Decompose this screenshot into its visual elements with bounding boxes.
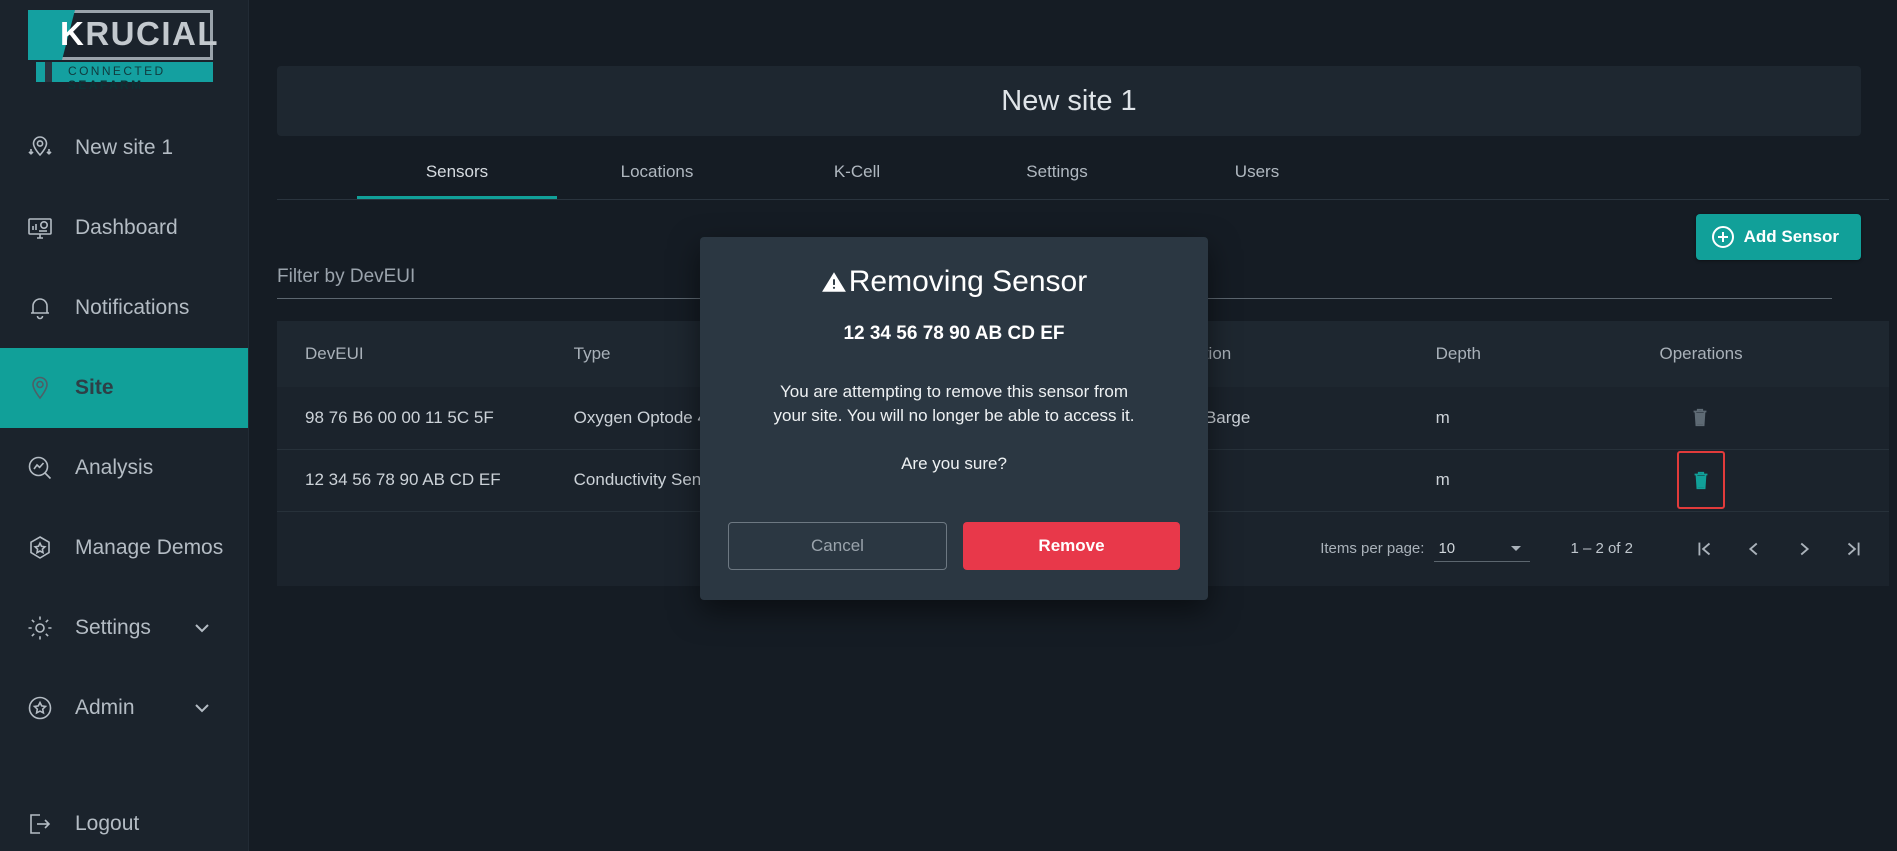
cell-depth: m (1435, 407, 1450, 427)
remove-sensor-dialog: Removing Sensor 12 34 56 78 90 AB CD EF … (700, 237, 1208, 600)
tab-k-cell[interactable]: K-Cell (757, 148, 957, 199)
location-pin-down-icon (22, 130, 58, 166)
cancel-button[interactable]: Cancel (728, 521, 947, 570)
tab-users[interactable]: Users (1157, 148, 1357, 199)
sidebar-item-label: Logout (75, 812, 140, 835)
sidebar-item-new-site-1[interactable]: New site 1 (0, 108, 248, 188)
dashboard-icon (22, 210, 58, 246)
gear-icon (22, 610, 58, 646)
column-header-depth[interactable]: Depth (1408, 321, 1632, 387)
dialog-actions: Cancel Remove (728, 521, 1180, 570)
page-title-card: New site 1 (277, 66, 1861, 136)
items-per-page-label: Items per page: (1320, 540, 1425, 557)
circle-star-icon (22, 690, 58, 726)
dialog-body-line-1: You are attempting to remove this sensor… (779, 382, 1129, 401)
plus-circle-icon (1711, 226, 1734, 248)
sidebar-item-label: Site (75, 376, 114, 399)
bell-icon (22, 290, 58, 326)
tab-bar: Sensors Locations K-Cell Settings Users (277, 148, 1889, 200)
page-title: New site 1 (1001, 84, 1137, 117)
add-sensor-label: Add Sensor (1743, 227, 1839, 246)
remove-button[interactable]: Remove (963, 521, 1180, 570)
logo-tagline-notch (45, 62, 52, 82)
sidebar-item-notifications[interactable]: Notifications (0, 268, 248, 348)
column-header-operations[interactable]: Operations (1631, 321, 1889, 387)
delete-sensor-button-selected[interactable] (1677, 451, 1726, 509)
cell-depth: m (1435, 470, 1450, 489)
logo-wordmark: KRUCIAL (60, 15, 219, 53)
delete-sensor-button[interactable] (1687, 402, 1713, 432)
sidebar-item-label: Dashboard (75, 216, 178, 239)
dialog-confirm-question: Are you sure? (901, 453, 1007, 473)
chevron-down-icon[interactable] (192, 698, 212, 718)
sidebar-item-label: Admin (75, 696, 135, 719)
cell-operations (1631, 387, 1889, 449)
warning-triangle-icon (821, 269, 847, 295)
cell-deveui: 12 34 56 78 90 AB CD EF (305, 470, 501, 489)
last-page-icon[interactable] (1829, 524, 1879, 574)
sidebar-item-label: Settings (75, 616, 151, 639)
tab-sensors[interactable]: Sensors (357, 148, 557, 199)
logout-icon (22, 806, 58, 842)
app-root: KRUCIAL CONNECTED SEAFARM New site 1 Das… (0, 0, 1897, 851)
logo-tagline-bold: SEAFARM (68, 78, 144, 92)
sidebar: KRUCIAL CONNECTED SEAFARM New site 1 Das… (0, 0, 249, 851)
sidebar-item-label: Manage Demos (75, 536, 224, 559)
cell-location-label: Barge (1204, 407, 1251, 427)
sidebar-item-analysis[interactable]: Analysis (0, 428, 248, 508)
sidebar-item-settings[interactable]: Settings (0, 588, 248, 668)
brand-logo: KRUCIAL CONNECTED SEAFARM (0, 0, 248, 92)
logo-letter-k: K (60, 15, 86, 52)
first-page-icon[interactable] (1679, 524, 1729, 574)
logo-accent-bar (28, 10, 75, 60)
sidebar-item-logout[interactable]: Logout (0, 784, 248, 851)
cell-deveui: 98 76 B6 00 00 11 5C 5F (305, 407, 494, 427)
logo-tagline: CONNECTED SEAFARM (68, 64, 213, 92)
cell-operations (1631, 449, 1889, 511)
page-range-label: 1 – 2 of 2 (1570, 540, 1633, 557)
sidebar-item-label: Analysis (75, 456, 154, 479)
hexagon-star-icon (22, 530, 58, 566)
items-per-page-select[interactable]: 10 (1434, 536, 1531, 562)
sidebar-item-dashboard[interactable]: Dashboard (0, 188, 248, 268)
next-page-icon[interactable] (1779, 524, 1829, 574)
add-sensor-button[interactable]: Add Sensor (1695, 214, 1861, 260)
logo-letters-rest: RUCIAL (85, 15, 219, 52)
dialog-device-id: 12 34 56 78 90 AB CD EF (843, 323, 1065, 344)
chevron-down-icon[interactable] (192, 618, 212, 638)
tab-locations[interactable]: Locations (557, 148, 757, 199)
analysis-icon (22, 450, 58, 486)
sidebar-nav: New site 1 Dashboard Notifications Site (0, 108, 248, 851)
dialog-title: Removing Sensor (848, 265, 1088, 298)
sidebar-item-site[interactable]: Site (0, 348, 248, 428)
sidebar-item-label: Notifications (75, 296, 190, 319)
logo-tagline-light: CONNECTED (68, 64, 166, 78)
items-per-page-value: 10 (1438, 539, 1456, 557)
sidebar-item-label: New site 1 (75, 136, 174, 159)
sidebar-item-manage-demos[interactable]: Manage Demos (0, 508, 248, 588)
tab-settings[interactable]: Settings (957, 148, 1157, 199)
dialog-body: You are attempting to remove this sensor… (728, 380, 1180, 428)
column-header-deveui[interactable]: DevEUI (277, 321, 546, 387)
dialog-title-row: Removing Sensor (728, 265, 1180, 299)
dialog-body-line-2: your site. You will no longer be able to… (773, 405, 1135, 425)
chevron-down-icon (1508, 540, 1524, 556)
location-pin-icon (22, 370, 58, 406)
sidebar-item-admin[interactable]: Admin (0, 668, 248, 748)
previous-page-icon[interactable] (1729, 524, 1779, 574)
